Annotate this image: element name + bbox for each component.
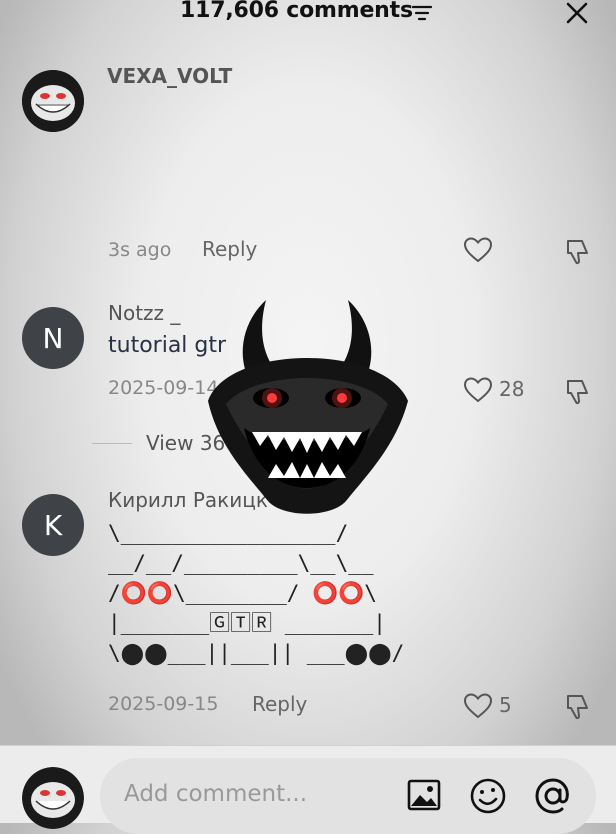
- ascii-line: __/__/_________\__\__: [108, 551, 374, 575]
- ascii-line: \⬤⬤___||___|| ___⬤⬤/: [108, 641, 405, 665]
- avatar[interactable]: N: [22, 307, 84, 369]
- heart-icon[interactable]: [463, 376, 493, 404]
- comments-count-title: 117,606 comments: [180, 0, 413, 23]
- dislike-icon[interactable]: [563, 377, 593, 407]
- troll-face-icon: [22, 70, 84, 132]
- horned-troll-face-sticker: [208, 300, 408, 514]
- heart-icon[interactable]: [463, 236, 493, 264]
- dislike-icon[interactable]: [563, 692, 593, 722]
- comment-username[interactable]: Notzz _: [108, 301, 180, 325]
- troll-face-icon: [22, 767, 84, 829]
- emoji-icon[interactable]: [469, 777, 507, 815]
- ascii-line: |_______🄶🅃🅁 _______|: [108, 611, 386, 635]
- image-icon[interactable]: [406, 777, 442, 813]
- user-avatar[interactable]: [22, 767, 84, 829]
- divider-line: [92, 443, 132, 444]
- mention-icon[interactable]: [533, 776, 573, 816]
- reply-button[interactable]: Reply: [252, 692, 307, 716]
- comment-timestamp: 3s ago: [108, 239, 172, 261]
- heart-icon[interactable]: [463, 692, 493, 720]
- dislike-icon[interactable]: [563, 237, 593, 267]
- like-count: 28: [499, 377, 525, 401]
- sort-filter-icon[interactable]: [411, 4, 433, 22]
- avatar[interactable]: K: [22, 494, 84, 556]
- comment-input-placeholder: Add comment...: [124, 781, 308, 807]
- reply-button[interactable]: Reply: [202, 237, 257, 261]
- comment-timestamp: 2025-09-15: [108, 693, 219, 715]
- like-count: 5: [499, 693, 512, 717]
- close-icon[interactable]: [563, 0, 591, 28]
- comment-username[interactable]: VEXA_VOLT: [107, 64, 232, 88]
- ascii-line: /⭕⭕\________/ ⭕⭕\: [108, 581, 377, 605]
- comments-header: 117,606 comments: [0, 0, 616, 28]
- ascii-art-text: \_________________/ __/__/_________\__\_…: [108, 518, 404, 668]
- troll-face-avatar[interactable]: [22, 70, 84, 132]
